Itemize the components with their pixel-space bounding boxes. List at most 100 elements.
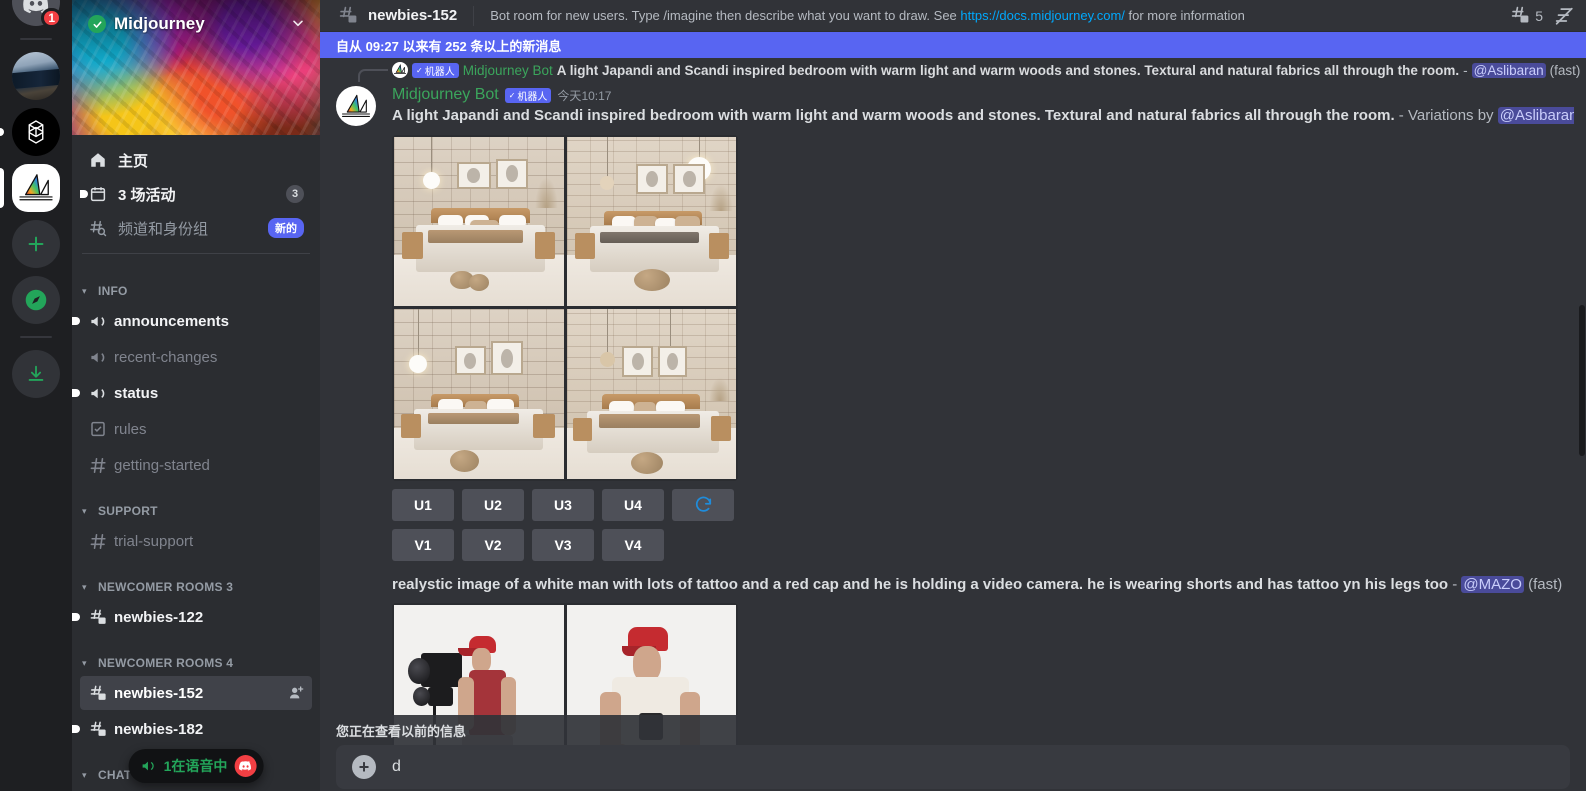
image-cell-1[interactable]	[394, 136, 564, 307]
avatar[interactable]	[336, 86, 376, 126]
server-rail-item-ship-photo[interactable]	[12, 52, 60, 100]
bed-throw	[427, 229, 523, 244]
timestamp-prefix: 今天	[557, 88, 582, 103]
channel-category-newcomer-rooms-4[interactable]: ▾ NEWCOMER ROOMS 4	[80, 650, 312, 676]
composer-input-box[interactable]: + d	[336, 745, 1570, 789]
channel-list: ▾ INFO announcements recent-changes stat…	[72, 262, 320, 791]
sidebar-item-browse-channels-label: 频道和身份组	[118, 220, 209, 238]
message-mention[interactable]: @MAZO	[1461, 575, 1524, 593]
channel-topic[interactable]: Bot room for new users. Type /imagine th…	[490, 8, 1491, 23]
bot-verified-check-icon: ✓	[508, 90, 516, 100]
upscale-button-u1[interactable]: U1	[392, 488, 454, 521]
server-name: Midjourney	[114, 14, 205, 33]
message-attachment-image-grid[interactable]	[392, 134, 738, 481]
server-rail-item-direct-messages[interactable]: 1	[12, 0, 62, 28]
channel-category-newcomer-rooms-3-label: NEWCOMER ROOMS 3	[98, 580, 234, 594]
browse-channels-new-pill: 新的	[268, 218, 304, 238]
server-avatar-photo[interactable]	[12, 52, 60, 100]
variation-button-v4[interactable]: V4	[602, 528, 664, 561]
message-author-name[interactable]: Midjourney Bot	[392, 86, 499, 104]
text-channel-icon	[88, 531, 108, 551]
server-rail-item-midjourney[interactable]	[0, 164, 60, 212]
wall-picture-1	[635, 163, 669, 195]
channel-category-support[interactable]: ▾ SUPPORT	[80, 498, 312, 524]
server-avatar-openai[interactable]	[12, 108, 60, 156]
scrollbar-thumb[interactable]	[1579, 304, 1585, 456]
server-rail-item-openai[interactable]	[0, 108, 60, 156]
pouf-1	[449, 449, 479, 472]
sidebar-item-home[interactable]: 主页	[80, 143, 312, 177]
message-scrollbar[interactable]	[1578, 116, 1586, 745]
timestamp-value: 10:17	[581, 88, 612, 103]
server-rail: 1	[0, 0, 72, 791]
add-member-icon[interactable]	[288, 685, 304, 701]
download-apps-button[interactable]	[12, 350, 60, 398]
sidebar-channel-newbies-122[interactable]: newbies-122	[72, 600, 312, 634]
sidebar-channel-rules[interactable]: rules	[80, 412, 312, 446]
image-cell-3[interactable]	[394, 309, 564, 479]
sidebar-channel-trial-support[interactable]: trial-support	[80, 524, 312, 558]
add-server-button[interactable]	[12, 220, 60, 268]
sidebar-channel-newbies-152[interactable]: newbies-152	[80, 676, 312, 710]
sidebar-channel-newbies-122-label: newbies-122	[114, 608, 204, 626]
upscale-button-u3[interactable]: U3	[532, 488, 594, 521]
upscale-button-u4[interactable]: U4	[602, 488, 664, 521]
add-server-circle[interactable]	[12, 220, 60, 268]
forum-channel-icon	[88, 719, 108, 739]
sidebar-item-browse-channels[interactable]: 频道和身份组 新的	[80, 211, 312, 245]
explore-circle[interactable]	[12, 276, 60, 324]
message-list: ✓ 机器人 Midjourney Bot A light Japandi and …	[320, 58, 1586, 791]
download-circle[interactable]	[12, 350, 60, 398]
message-text: realystic image of a white man with lots…	[392, 575, 1574, 596]
sidebar-channel-status[interactable]: status	[72, 376, 312, 410]
sidebar-item-events[interactable]: 3 场活动 3	[80, 177, 312, 211]
new-messages-banner-text: 自从 09:27 以来有 252 条以上的新消息	[336, 38, 562, 54]
notification-settings-button[interactable]	[1550, 3, 1578, 29]
variation-button-v3[interactable]: V3	[532, 528, 594, 561]
nightstand-left	[574, 233, 596, 259]
sidebar-channel-announcements[interactable]: announcements	[72, 304, 312, 338]
new-messages-banner[interactable]: 自从 09:27 以来有 252 条以上的新消息	[320, 32, 1586, 58]
message-bot-tag-label: 机器人	[517, 91, 548, 103]
message-reply-reference[interactable]: ✓ 机器人 Midjourney Bot A light Japandi and …	[320, 58, 1586, 82]
viewing-older-messages-bar[interactable]: 您正在查看以前的信息	[320, 715, 1586, 745]
discord-mark-icon	[234, 755, 257, 777]
image-cell-4[interactable]	[566, 309, 736, 479]
pendant-cord-2	[607, 136, 609, 178]
upscale-button-u2[interactable]: U2	[462, 488, 524, 521]
unread-dot-newbies-122	[72, 613, 80, 621]
sidebar-channel-getting-started[interactable]: getting-started	[80, 448, 312, 482]
message-text-main: realystic image of a white man with lots…	[392, 575, 1449, 593]
channel-topic-after: for more information	[1124, 8, 1245, 23]
server-banner[interactable]: Midjourney	[72, 0, 320, 135]
variation-button-v2[interactable]: V2	[462, 528, 524, 561]
sidebar-item-home-label: 主页	[118, 152, 149, 170]
reply-mention[interactable]: @Aslibaran	[1471, 62, 1546, 78]
bed-throw	[600, 231, 699, 244]
image-cell-2[interactable]	[566, 136, 736, 307]
channel-header-title[interactable]: newbies-152	[368, 7, 457, 24]
reroll-button[interactable]	[672, 488, 734, 521]
composer-input-value[interactable]: d	[392, 758, 1554, 776]
sidebar-channel-recent-changes[interactable]: recent-changes	[80, 340, 312, 374]
server-header[interactable]: Midjourney	[72, 0, 320, 48]
server-avatar-midjourney[interactable]	[12, 164, 60, 212]
rattan-pendant	[600, 175, 615, 190]
channel-topic-link[interactable]: https://docs.midjourney.com/	[960, 8, 1125, 23]
image-grid-2x2[interactable]	[394, 136, 736, 479]
voice-activity-toast[interactable]: 1在语音中	[128, 749, 264, 783]
add-attachment-icon[interactable]: +	[352, 755, 376, 779]
explore-servers-button[interactable]	[12, 276, 60, 324]
sidebar-channel-newbies-182[interactable]: newbies-182	[72, 712, 312, 746]
message-mention[interactable]: @Aslibaran	[1497, 107, 1574, 124]
dried-plant	[708, 376, 731, 401]
channel-category-newcomer-rooms-3[interactable]: ▾ NEWCOMER ROOMS 3	[80, 574, 312, 600]
sidebar-channel-status-label: status	[114, 384, 159, 402]
reply-author-name[interactable]: Midjourney Bot	[463, 63, 553, 78]
variation-button-v1[interactable]: V1	[392, 528, 454, 561]
verified-check-icon	[88, 15, 106, 33]
chevron-down-icon[interactable]	[290, 15, 306, 34]
midjourney-sailboat-icon	[19, 174, 53, 201]
channel-category-info[interactable]: ▾ INFO	[80, 278, 312, 304]
threads-button[interactable]: 5	[1507, 3, 1546, 28]
